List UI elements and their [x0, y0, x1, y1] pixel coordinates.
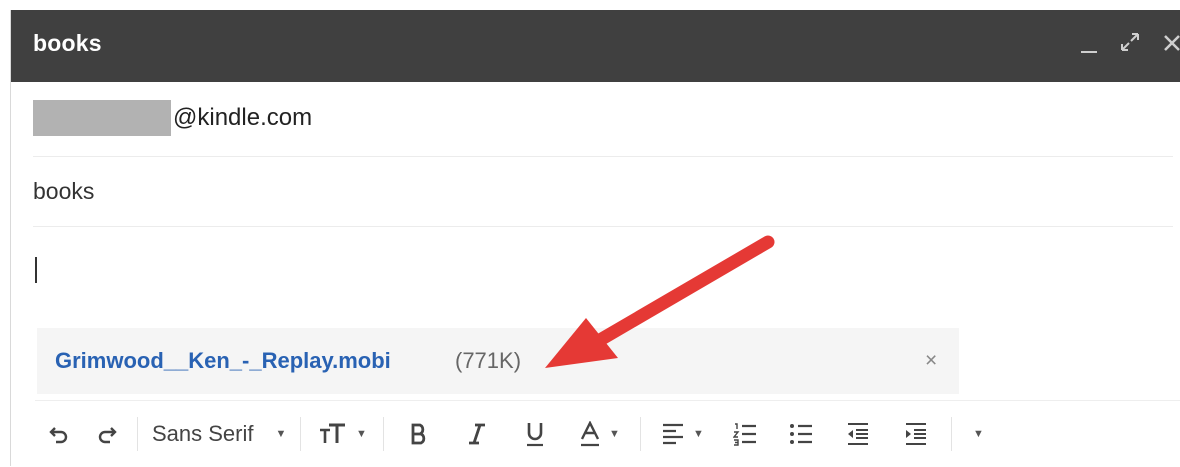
- chevron-down-icon: ▼: [275, 428, 287, 440]
- italic-icon[interactable]: [448, 414, 506, 454]
- minimize-icon[interactable]: [1081, 51, 1097, 53]
- font-family-select[interactable]: Sans Serif ▼: [144, 414, 294, 454]
- compose-titlebar[interactable]: books: [11, 10, 1180, 82]
- compose-window: books @kindle.com books Grimwood__Ken_-_…: [10, 10, 1180, 466]
- window-title: books: [33, 30, 102, 56]
- recipients-row[interactable]: @kindle.com: [33, 82, 1173, 157]
- toolbar-separator: [951, 417, 953, 451]
- bulleted-list-icon[interactable]: [773, 414, 829, 454]
- subject-value: books: [33, 178, 95, 204]
- numbered-list-icon[interactable]: [717, 414, 773, 454]
- chevron-down-icon: ▼: [692, 428, 704, 440]
- align-icon: [662, 423, 683, 445]
- attachment-size: (771K): [455, 348, 522, 373]
- indent-more-icon[interactable]: [887, 414, 945, 454]
- attachment-chip[interactable]: Grimwood__Ken_-_Replay.mobi (771K) ×: [37, 328, 959, 394]
- toolbar-separator: [383, 417, 385, 451]
- remove-attachment-button[interactable]: ×: [925, 349, 937, 373]
- font-family-value: Sans Serif: [152, 421, 254, 446]
- window-controls: [1081, 28, 1180, 62]
- font-size-button[interactable]: ▼: [307, 414, 377, 454]
- text-color-button[interactable]: ▼: [564, 414, 634, 454]
- redo-icon[interactable]: [83, 414, 131, 454]
- toolbar-separator: [640, 417, 642, 451]
- bold-icon[interactable]: [390, 414, 448, 454]
- toolbar-separator: [300, 417, 302, 451]
- expand-icon[interactable]: [1119, 31, 1141, 59]
- align-button[interactable]: ▼: [647, 414, 717, 454]
- indent-less-icon[interactable]: [829, 414, 887, 454]
- undo-icon[interactable]: [35, 414, 83, 454]
- message-body[interactable]: [33, 227, 1173, 323]
- more-options-icon[interactable]: ▼: [958, 414, 998, 454]
- underline-icon[interactable]: [506, 414, 564, 454]
- recipient-address: @kindle.com: [173, 104, 313, 131]
- formatting-toolbar: Sans Serif ▼ ▼ ▼ ▼ ▼: [35, 400, 1180, 467]
- chevron-down-icon: ▼: [972, 428, 984, 440]
- subject-field[interactable]: books: [33, 156, 1173, 227]
- redacted-email-username: [33, 100, 171, 136]
- text-color-icon: [580, 421, 600, 447]
- text-cursor: [35, 257, 37, 283]
- chevron-down-icon: ▼: [355, 428, 367, 440]
- font-size-icon: [319, 423, 345, 443]
- toolbar-separator: [137, 417, 138, 451]
- attachment-filename-link[interactable]: Grimwood__Ken_-_Replay.mobi: [55, 348, 391, 374]
- close-icon[interactable]: [1163, 32, 1180, 58]
- chevron-down-icon: ▼: [608, 428, 620, 440]
